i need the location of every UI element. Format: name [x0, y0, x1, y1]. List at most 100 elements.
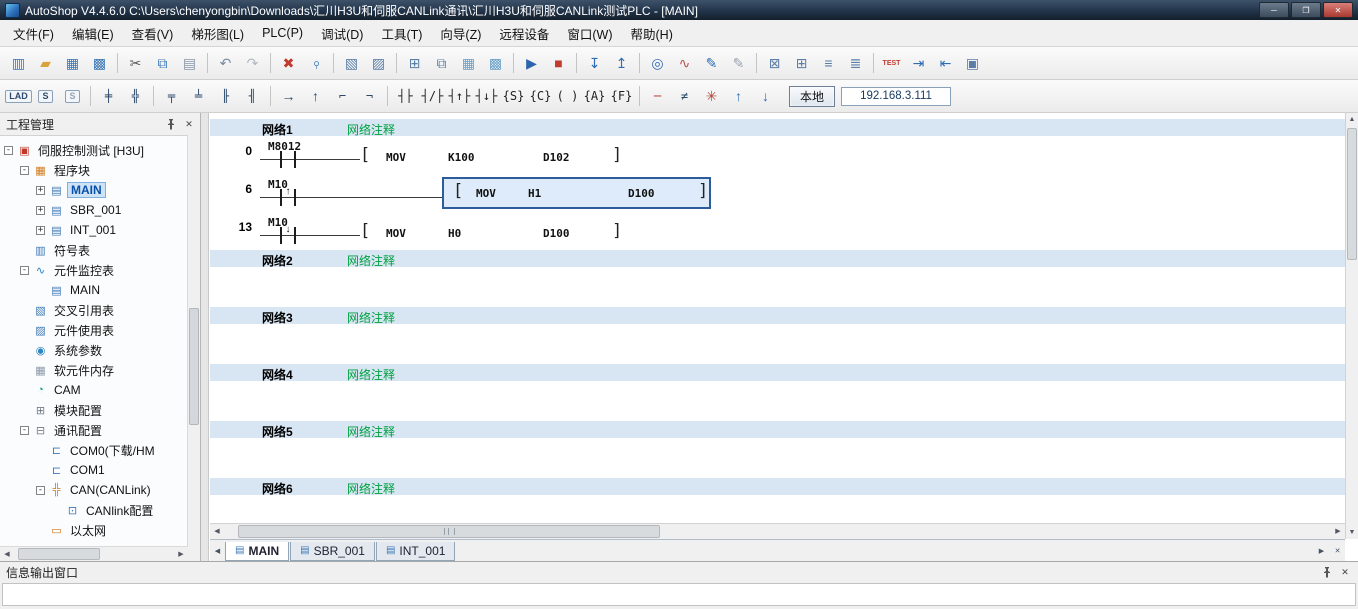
monitor-mode-button[interactable]: ◎: [645, 51, 670, 75]
move-down-button[interactable]: ↓: [753, 84, 778, 108]
document-window-button[interactable]: ▣: [960, 51, 985, 75]
network-header[interactable]: 网络5 网络注释: [210, 421, 1345, 439]
network-header[interactable]: 网络4 网络注释: [210, 364, 1345, 382]
tree-item-cam[interactable]: ◔ CAM: [0, 380, 187, 400]
read-mode-button[interactable]: ✎: [726, 51, 751, 75]
insert-row-button[interactable]: ╤: [159, 84, 184, 108]
paste-button[interactable]: ▤: [177, 51, 202, 75]
instruction-close-bracket[interactable]: ]: [612, 223, 622, 240]
scroll-down-arrow[interactable]: ▼: [1346, 526, 1358, 539]
network-content[interactable]: [210, 381, 1345, 421]
instruction-operand-2[interactable]: D100: [543, 228, 570, 239]
menu-item-edit[interactable]: 编辑(E): [63, 21, 123, 46]
scrollbar-thumb[interactable]: [18, 548, 100, 560]
instruction-open-bracket[interactable]: [: [453, 183, 463, 200]
delete-row-button[interactable]: ╧: [186, 84, 211, 108]
expander-plus-icon[interactable]: +: [36, 205, 45, 215]
panel-splitter[interactable]: [201, 113, 209, 561]
scrollbar-thumb[interactable]: [1347, 128, 1357, 260]
ladder-rung[interactable]: 6 M10 ↑[MOV H1 D100]: [245, 174, 1345, 212]
print-button[interactable]: ▧: [339, 51, 364, 75]
jump-out-button[interactable]: ⇤: [933, 51, 958, 75]
insert-column-button[interactable]: ╟: [213, 84, 238, 108]
scrollbar-thumb[interactable]: [238, 525, 660, 538]
move-up-button[interactable]: ↑: [726, 84, 751, 108]
oscilloscope-button[interactable]: ∿: [672, 51, 697, 75]
undo-button[interactable]: ↶: [213, 51, 238, 75]
tree-item-comm-config[interactable]: - ⊟ 通讯配置: [0, 420, 187, 440]
lad-mode-button[interactable]: LAD: [5, 84, 32, 108]
sfc-step-alt-button[interactable]: S: [60, 84, 85, 108]
scroll-right-arrow[interactable]: ▶: [1331, 528, 1345, 535]
instruction-opcode[interactable]: MOV: [386, 152, 406, 163]
output-pin-icon[interactable]: [1320, 566, 1334, 579]
redo-button[interactable]: ↷: [240, 51, 265, 75]
network-header[interactable]: 网络6 网络注释: [210, 478, 1345, 496]
tree-item-system-params[interactable]: ◉ 系统参数: [0, 340, 187, 360]
write-mode-button[interactable]: ✎: [699, 51, 724, 75]
draw-line-up-button[interactable]: ↑: [303, 84, 328, 108]
cascade-windows-button[interactable]: ⧉: [429, 51, 454, 75]
tree-item-program-blocks[interactable]: - ▦ 程序块: [0, 160, 187, 180]
tree-item-ethernet[interactable]: ▭ 以太网: [0, 520, 187, 540]
contact-open-button[interactable]: ┤├: [393, 84, 418, 108]
scrollbar-track[interactable]: [224, 524, 1331, 539]
draw-hline-button[interactable]: ─: [645, 84, 670, 108]
tree-item-program-main[interactable]: + ▤ MAIN: [0, 180, 187, 200]
sfc-step-button[interactable]: S: [33, 84, 58, 108]
scroll-left-arrow[interactable]: ◀: [0, 551, 14, 558]
instruction-operand-1[interactable]: H0: [448, 228, 461, 239]
tree-item-module-config[interactable]: ⊞ 模块配置: [0, 400, 187, 420]
copy-button[interactable]: ⧉: [150, 51, 175, 75]
network-content[interactable]: [210, 267, 1345, 307]
test-button[interactable]: TEST: [879, 51, 904, 75]
corner-lower-button[interactable]: ¬: [357, 84, 382, 108]
upload-from-plc-button[interactable]: ↥: [609, 51, 634, 75]
network-content[interactable]: 0 M8012[MOV K100 D102] 6 M10 ↑[MOV H1 D100] 13 M10…: [210, 136, 1345, 250]
tile-windows-button[interactable]: ▦: [456, 51, 481, 75]
network-header[interactable]: 网络3 网络注释: [210, 307, 1345, 325]
instruction-close-bracket[interactable]: ]: [612, 147, 622, 164]
tree-item-can[interactable]: - ╬ CAN(CANLink): [0, 480, 187, 500]
ladder-rung[interactable]: 0 M8012 [MOV K100 D102]: [245, 136, 1345, 174]
network-content[interactable]: [210, 438, 1345, 478]
network-content[interactable]: [210, 324, 1345, 364]
menu-item-view[interactable]: 查看(V): [123, 21, 183, 46]
align-vertical-button[interactable]: ≣: [843, 51, 868, 75]
tree-item-symbol-table[interactable]: ▥ 符号表: [0, 240, 187, 260]
instruction-open-bracket[interactable]: [: [360, 147, 370, 164]
selected-instruction-box[interactable]: [MOV H1 D100]: [442, 177, 711, 209]
insert-cell-button[interactable]: ╪: [96, 84, 121, 108]
contact-closed-button[interactable]: ┤/├: [420, 84, 445, 108]
instruction-operand-1[interactable]: K100: [448, 152, 475, 163]
instruction-open-bracket[interactable]: [: [360, 223, 370, 240]
network-header[interactable]: 网络1 网络注释: [210, 119, 1345, 137]
scrollbar-track[interactable]: [1346, 126, 1358, 526]
menu-item-window[interactable]: 窗口(W): [558, 21, 621, 46]
instruction-close-bracket[interactable]: ]: [698, 183, 708, 200]
tree-item-monitor-tables[interactable]: - ∿ 元件监控表: [0, 260, 187, 280]
ladder-rung[interactable]: 13 M10 ↓[MOV H0 D100]: [239, 212, 1345, 250]
scroll-right-arrow[interactable]: ▶: [174, 551, 188, 558]
instruction-operand-1[interactable]: H1: [528, 188, 541, 199]
tab-scroll-left-button[interactable]: ◀: [210, 543, 225, 558]
network-header[interactable]: 网络2 网络注释: [210, 250, 1345, 268]
maximize-button[interactable]: ❐: [1291, 2, 1321, 18]
tab-main[interactable]: ▤ MAIN: [225, 541, 290, 561]
panel-close-icon[interactable]: ✕: [182, 118, 196, 131]
menu-item-remote-device[interactable]: 远程设备: [490, 21, 558, 46]
cut-button[interactable]: ✂: [123, 51, 148, 75]
delete-button[interactable]: ✖: [276, 51, 301, 75]
contact-falling-button[interactable]: ┤↓├: [474, 84, 499, 108]
tree-item-canlink-config[interactable]: ⊡ CANlink配置: [0, 500, 187, 520]
find-button[interactable]: ⌕: [303, 51, 328, 75]
instruction-opcode[interactable]: MOV: [386, 228, 406, 239]
menu-item-plc[interactable]: PLC(P): [253, 23, 312, 43]
draw-line-right-button[interactable]: →: [276, 84, 301, 108]
delete-hline-button[interactable]: ≠: [672, 84, 697, 108]
scrollbar-thumb[interactable]: [189, 308, 199, 426]
stop-button[interactable]: ■: [546, 51, 571, 75]
delete-column-button[interactable]: ╢: [240, 84, 265, 108]
tab-sbr-001[interactable]: ▤ SBR_001: [290, 541, 375, 561]
output-close-icon[interactable]: ✕: [1338, 566, 1352, 579]
